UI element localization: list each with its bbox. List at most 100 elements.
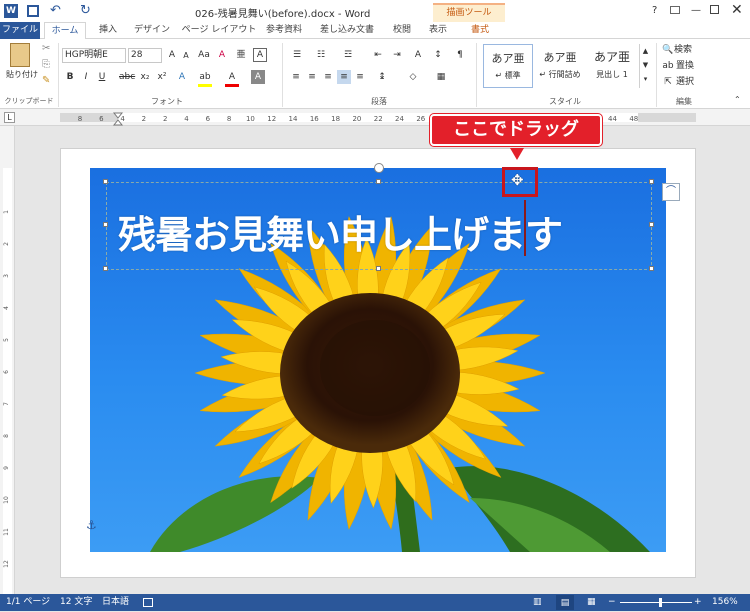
resize-handle[interactable] xyxy=(103,266,108,271)
align-right-icon[interactable]: ≡ xyxy=(321,70,335,84)
help-button[interactable]: ? xyxy=(652,5,657,16)
page-count[interactable]: 1/1 ページ xyxy=(6,594,50,611)
vertical-ruler[interactable]: 1 2 3 4 5 6 7 8 9 10 11 12 xyxy=(0,126,15,594)
tab-references[interactable]: 参考資料 xyxy=(262,22,306,39)
rotate-handle-icon[interactable] xyxy=(374,163,384,173)
change-case-icon[interactable]: Aa xyxy=(197,48,211,62)
font-name-box[interactable]: HGP明朝E xyxy=(62,48,126,63)
ruler-tick-label: 8 xyxy=(227,115,231,123)
resize-handle[interactable] xyxy=(649,179,654,184)
superscript-icon[interactable]: x² xyxy=(155,70,169,84)
underline-icon[interactable]: U xyxy=(95,70,109,84)
char-shading-icon[interactable]: A xyxy=(251,70,265,84)
select-button[interactable]: 選択 xyxy=(676,75,700,89)
tab-review[interactable]: 校閲 xyxy=(386,22,418,39)
style-heading1[interactable]: あア亜 見出し 1 xyxy=(587,44,637,88)
bullets-icon[interactable]: ☰ xyxy=(289,48,305,62)
redo-icon[interactable]: ↻ xyxy=(80,3,91,18)
language[interactable]: 日本語 xyxy=(102,594,129,611)
maximize-button[interactable] xyxy=(710,5,719,14)
align-center-icon[interactable]: ≡ xyxy=(305,70,319,84)
vruler-ticks: 123456789101112 xyxy=(3,210,10,568)
style-normal[interactable]: あア亜 ↵ 標準 xyxy=(483,44,533,88)
horizontal-ruler[interactable]: L 86422468101214161820222426283032343638… xyxy=(0,109,750,126)
ribbon-options-icon[interactable] xyxy=(670,6,680,14)
clipboard-group-label: クリップボード xyxy=(4,97,54,105)
zoom-slider-thumb[interactable] xyxy=(659,598,662,607)
increase-indent-icon[interactable]: ⇥ xyxy=(389,48,405,62)
bold-icon[interactable]: B xyxy=(63,70,77,84)
tab-view[interactable]: 表示 xyxy=(422,22,454,39)
web-layout-icon[interactable]: ▦ xyxy=(587,594,596,611)
close-button[interactable]: ✕ xyxy=(731,2,743,18)
styles-scroll-icon[interactable]: ▲ ▼ ▾ xyxy=(639,44,651,88)
macro-icon[interactable] xyxy=(143,598,153,607)
tab-design[interactable]: デザイン xyxy=(130,22,174,39)
zoom-in-button[interactable]: + xyxy=(694,594,702,611)
resize-handle[interactable] xyxy=(103,179,108,184)
numbering-icon[interactable]: ☷ xyxy=(313,48,329,62)
phonetic-icon[interactable]: 亜 xyxy=(234,48,248,62)
minimize-button[interactable]: — xyxy=(689,5,703,16)
find-icon: 🔍 xyxy=(662,45,674,55)
resize-handle[interactable] xyxy=(376,179,381,184)
tab-page-layout[interactable]: ページ レイアウト xyxy=(180,22,258,39)
distributed-icon[interactable]: ≡ xyxy=(353,70,367,84)
tab-insert[interactable]: 挿入 xyxy=(92,22,124,39)
text-effects-icon[interactable]: A xyxy=(175,70,189,84)
highlight-icon[interactable]: ab xyxy=(198,70,212,87)
style-no-spacing[interactable]: あア亜 ↵ 行間詰め xyxy=(535,44,585,88)
undo-icon[interactable]: ↶ xyxy=(50,3,61,18)
tab-file[interactable]: ファイル xyxy=(0,22,40,39)
format-painter-icon[interactable]: ✎ xyxy=(42,75,50,86)
editing-group-label: 編集 xyxy=(676,97,692,106)
shrink-font-icon[interactable]: A xyxy=(180,49,192,63)
zoom-level[interactable]: 156% xyxy=(712,594,738,611)
borders-icon[interactable]: ▦ xyxy=(434,70,448,84)
resize-handle[interactable] xyxy=(649,266,654,271)
style-label: ↵ 標準 xyxy=(495,71,521,80)
resize-handle[interactable] xyxy=(103,222,108,227)
shading-icon[interactable]: ◇ xyxy=(406,70,420,84)
decrease-indent-icon[interactable]: ⇤ xyxy=(370,48,386,62)
multilevel-icon[interactable]: ☲ xyxy=(340,48,356,62)
justify-icon[interactable]: ≡ xyxy=(337,70,351,84)
vruler-tick-label: 5 xyxy=(3,338,10,342)
font-color-icon[interactable]: A xyxy=(225,70,239,87)
enclose-icon[interactable]: A xyxy=(253,48,267,62)
asian-layout-icon[interactable]: A xyxy=(410,48,426,62)
collapse-ribbon-icon[interactable]: ⌃ xyxy=(734,95,741,104)
replace-button[interactable]: 置換 xyxy=(676,59,700,73)
sort-icon[interactable]: ↕ xyxy=(430,48,446,62)
strikethrough-icon[interactable]: abc xyxy=(119,70,135,84)
resize-handle[interactable] xyxy=(376,266,381,271)
zoom-slider[interactable] xyxy=(620,602,692,603)
group-divider xyxy=(282,43,283,107)
copy-icon[interactable]: ⎘ xyxy=(42,59,50,70)
vruler-tick-label: 10 xyxy=(3,496,10,504)
align-left-icon[interactable]: ≡ xyxy=(289,70,303,84)
callout-arrow xyxy=(510,148,524,160)
paste-button[interactable]: 貼り付け xyxy=(2,68,42,82)
grow-font-icon[interactable]: A xyxy=(166,48,178,62)
tab-mailings[interactable]: 差し込み文書 xyxy=(314,22,380,39)
heading-text[interactable]: 残暑お見舞い申し上げます xyxy=(118,204,563,259)
clear-format-icon[interactable]: A xyxy=(216,48,228,62)
tab-home[interactable]: ホーム xyxy=(44,22,86,39)
print-layout-icon[interactable]: ▤ xyxy=(556,595,574,610)
layout-options-icon[interactable]: ⌒ xyxy=(662,183,680,201)
zoom-out-button[interactable]: − xyxy=(608,594,616,611)
save-icon[interactable] xyxy=(27,5,39,17)
read-mode-icon[interactable]: ▥ xyxy=(533,594,542,611)
line-spacing-icon[interactable]: ↨ xyxy=(375,70,389,84)
cut-icon[interactable]: ✂ xyxy=(42,43,50,54)
find-button[interactable]: 検索 xyxy=(674,43,698,57)
resize-handle[interactable] xyxy=(649,222,654,227)
font-size-box[interactable]: 28 xyxy=(128,48,162,63)
show-marks-icon[interactable]: ¶ xyxy=(453,48,467,62)
italic-icon[interactable]: I xyxy=(80,70,92,84)
subscript-icon[interactable]: x₂ xyxy=(138,70,152,84)
word-count[interactable]: 12 文字 xyxy=(60,594,92,611)
tab-format[interactable]: 書式 xyxy=(462,22,498,39)
paste-icon[interactable] xyxy=(10,43,30,67)
